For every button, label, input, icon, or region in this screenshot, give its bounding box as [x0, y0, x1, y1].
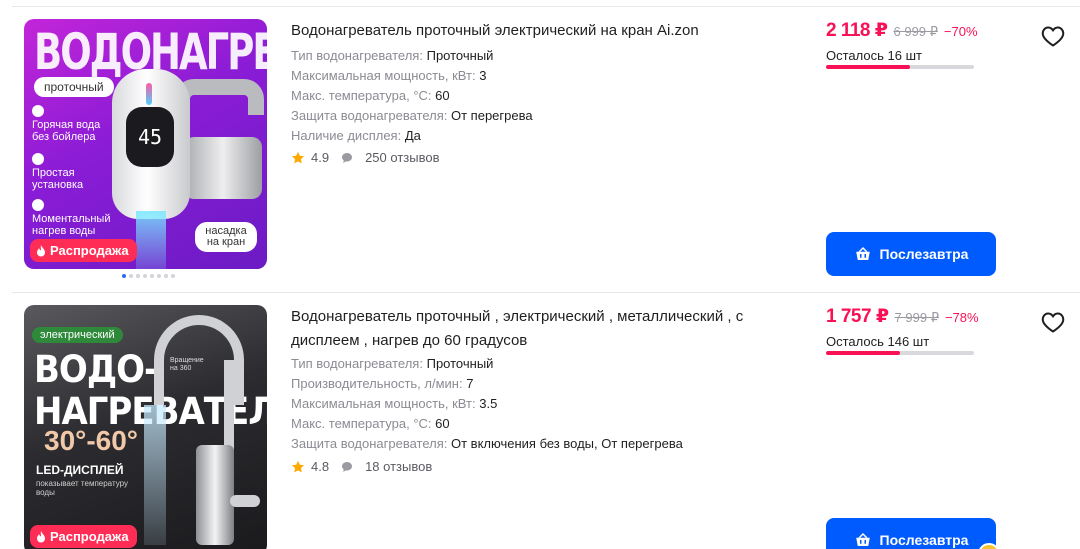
basket-icon	[855, 532, 870, 546]
spec-row: Тип водонагревателя: Проточный	[291, 48, 494, 63]
product-specs: Тип водонагревателя: Проточный Производи…	[291, 354, 683, 454]
speed-icon	[32, 199, 44, 211]
discount-badge: −70%	[943, 24, 978, 39]
spec-row: Тип водонагревателя: Проточный	[291, 356, 494, 371]
reviews-count[interactable]: 250 отзывов	[365, 150, 439, 165]
faucet-body-illustration	[196, 445, 234, 545]
thumb-icon	[32, 153, 44, 165]
fire-icon	[37, 244, 45, 256]
led-title: LED-ДИСПЛЕЙ	[36, 463, 124, 477]
rating-row[interactable]: 4.9 250 отзывов	[291, 150, 439, 165]
feature-hot-water: Горячая вода без бойлера	[32, 105, 112, 143]
buy-button-label: Послезавтра	[879, 246, 969, 262]
check-icon	[32, 105, 44, 117]
feature-instant: Моментальный нагрев воды	[32, 199, 112, 237]
pagination-dot[interactable]	[157, 274, 161, 278]
water-stream	[144, 405, 166, 545]
spec-row: Защита водонагревателя: От перегрева	[291, 108, 533, 123]
product-specs: Тип водонагревателя: Проточный Максималь…	[291, 46, 533, 146]
spec-row: Максимальная мощность, кВт: 3	[291, 68, 487, 83]
spec-row: Защита водонагревателя: От включения без…	[291, 436, 683, 451]
stock-bar-fill	[826, 351, 900, 355]
product-card[interactable]: ВОДОНАГРЕВАТЕЛЬ проточный Горячая вода б…	[0, 7, 1080, 292]
rating-value: 4.9	[311, 150, 330, 165]
rotate-tag: Вращение на 360	[170, 357, 204, 372]
spec-row: Макс. температура, °C: 60	[291, 88, 450, 103]
pagination-dot[interactable]	[143, 274, 147, 278]
pagination-dot[interactable]	[129, 274, 133, 278]
product-card[interactable]: электрический ВОДО- НАГРЕВАТЕЛЬ 30°-60° …	[0, 293, 1080, 549]
type-chip: электрический	[32, 327, 123, 343]
speech-bubble-icon	[342, 461, 353, 472]
reviews-count[interactable]: 18 отзывов	[365, 459, 432, 474]
faucet-handle-illustration	[230, 495, 260, 507]
feature-install: Простая установка	[32, 153, 104, 191]
heater-display: 45	[126, 107, 174, 167]
spec-row: Максимальная мощность, кВт: 3.5	[291, 396, 498, 411]
pagination-dot[interactable]	[171, 274, 175, 278]
spec-row: Наличие дисплея: Да	[291, 128, 421, 143]
heart-outline-icon[interactable]	[1041, 311, 1065, 333]
stock-label: Осталось 146 шт	[826, 334, 930, 349]
product-title[interactable]: Водонагреватель проточный , электрически…	[291, 305, 781, 353]
current-price: 1 757 ₽	[826, 306, 889, 327]
stock-bar	[826, 351, 974, 355]
discount-badge: −78%	[944, 310, 979, 325]
buy-button-label: Послезавтра	[879, 532, 969, 548]
water-stream	[136, 211, 166, 269]
pagination-dot[interactable]	[136, 274, 140, 278]
stock-bar	[826, 65, 974, 69]
star-icon	[291, 460, 305, 472]
pagination-dot[interactable]	[164, 274, 168, 278]
product-image[interactable]: ВОДОНАГРЕВАТЕЛЬ проточный Горячая вода б…	[24, 19, 267, 269]
spec-row: Макс. температура, °C: 60	[291, 416, 450, 431]
image-pagination[interactable]	[122, 274, 175, 278]
pagination-dot[interactable]	[150, 274, 154, 278]
heater-illustration: 45	[112, 69, 190, 219]
temperature-range: 30°-60°	[44, 425, 139, 456]
heart-outline-icon[interactable]	[1041, 25, 1065, 47]
sale-badge: Распродажа	[30, 525, 137, 548]
price-line: 2 118 ₽ 6 999 ₽ −70%	[826, 19, 978, 42]
spec-row: Производительность, л/мин: 7	[291, 376, 474, 391]
current-price: 2 118 ₽	[826, 20, 888, 41]
fire-icon	[37, 530, 45, 542]
led-subtitle: показывает температуру воды	[36, 479, 128, 497]
nozzle-chip: насадка на кран	[195, 222, 257, 252]
sale-badge: Распродажа	[30, 239, 137, 262]
pagination-dot[interactable]	[122, 274, 126, 278]
buy-button[interactable]: Послезавтра	[826, 518, 996, 549]
rating-value: 4.8	[311, 459, 330, 474]
buy-button[interactable]: Послезавтра	[826, 232, 996, 276]
stock-label: Осталось 16 шт	[826, 48, 922, 63]
product-image[interactable]: электрический ВОДО- НАГРЕВАТЕЛЬ 30°-60° …	[24, 305, 267, 549]
basket-icon	[855, 246, 870, 260]
type-chip: проточный	[34, 77, 114, 97]
rating-row[interactable]: 4.8 18 отзывов	[291, 459, 432, 474]
star-icon	[291, 151, 305, 163]
speech-bubble-icon	[342, 152, 353, 163]
old-price: 7 999 ₽	[894, 310, 939, 325]
old-price: 6 999 ₽	[893, 24, 938, 39]
faucet-body-illustration	[184, 137, 262, 199]
product-title[interactable]: Водонагреватель проточный электрический …	[291, 19, 781, 43]
faucet-stem-illustration	[224, 360, 234, 450]
price-line: 1 757 ₽ 7 999 ₽ −78%	[826, 305, 979, 328]
led-strip	[146, 83, 152, 105]
stock-bar-fill	[826, 65, 911, 69]
